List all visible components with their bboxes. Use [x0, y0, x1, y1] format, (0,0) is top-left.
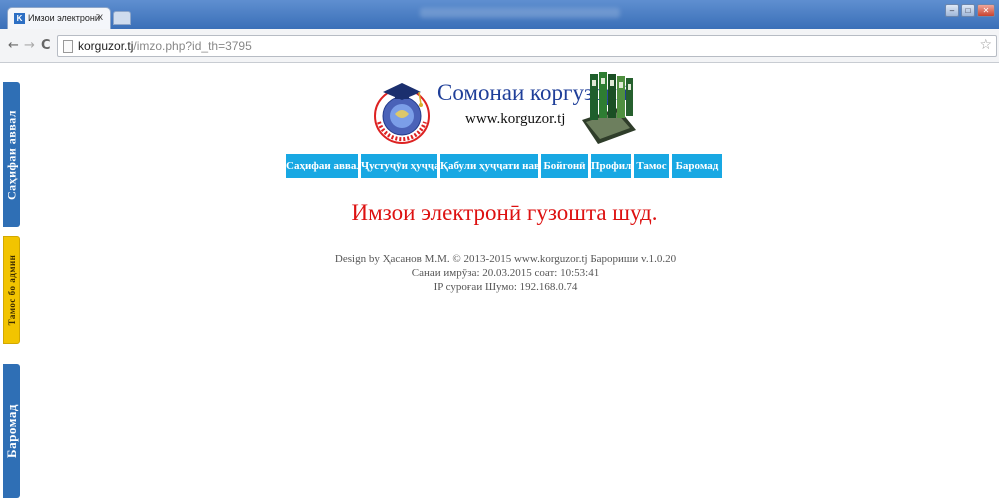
window-title-text [420, 8, 620, 18]
page-footer: Design by Ҳасанов М.М. © 2013-2015 www.k… [0, 252, 999, 294]
url-path: /imzo.php?id_th=3795 [133, 39, 252, 53]
menu-item-search-documents[interactable]: Ҷустуҷӯи ҳуҷҷат [361, 154, 445, 178]
address-bar[interactable]: korguzor.tj/imzo.php?id_th=3795 ☆ [57, 35, 997, 57]
reload-icon[interactable]: C [41, 38, 51, 53]
menu-item-new-document[interactable]: Қабули ҳуҷҷати нав [440, 154, 540, 178]
page-icon [63, 40, 73, 53]
menu-item-home[interactable]: Саҳифаи аввал [286, 154, 363, 178]
tab-close-button[interactable]: x [98, 12, 103, 23]
tab-title: Имзои электронӣ [28, 13, 100, 23]
footer-date: Санаи имрӯза: 20.03.2015 соат: 10:53:41 [411, 267, 600, 279]
menu-item-archive[interactable]: Бойгонӣ [541, 154, 588, 178]
emblem-logo-icon [374, 83, 430, 144]
back-arrow-icon[interactable]: ← [8, 38, 19, 53]
url-text[interactable]: korguzor.tj/imzo.php?id_th=3795 [78, 39, 252, 53]
window-titlebar: K Имзои электронӣ x – □ ✕ [0, 0, 999, 29]
footer-ip: IP суроғаи Шумо: 192.168.0.74 [433, 281, 578, 293]
url-host: korguzor.tj [78, 39, 134, 53]
new-tab-button[interactable] [113, 11, 131, 25]
browser-toolbar: ← → C korguzor.tj/imzo.php?id_th=3795 ☆ [0, 29, 999, 63]
star-icon[interactable]: ☆ [979, 37, 992, 53]
site-url: www.korguzor.tj [465, 111, 566, 127]
window-controls: – □ ✕ [945, 4, 995, 17]
side-tab-home-label: Саҳифаи аввал [4, 109, 18, 200]
side-tab-logout[interactable]: Баромад [3, 364, 20, 498]
footer-credits: Design by Ҳасанов М.М. © 2013-2015 www.k… [334, 253, 677, 265]
laptop-binders-logo-icon [582, 72, 636, 144]
menu-item-logout[interactable]: Баромад [672, 154, 722, 178]
browser-tab[interactable]: K Имзои электронӣ x [7, 7, 111, 29]
menu-item-profile[interactable]: Профил [591, 154, 631, 178]
main-menu: Саҳифаи аввал Ҷустуҷӯи ҳуҷҷат Қабули ҳуҷ… [286, 154, 722, 178]
status-message: Имзои электронӣ гузошта шуд. [351, 200, 658, 225]
maximize-icon[interactable]: □ [961, 4, 975, 17]
close-window-icon[interactable]: ✕ [977, 4, 995, 17]
menu-item-contact[interactable]: Тамос [634, 154, 669, 178]
side-tab-logout-label: Баромад [3, 404, 19, 458]
favicon-icon: K [14, 13, 25, 24]
minimize-icon[interactable]: – [945, 4, 959, 17]
forward-arrow-icon[interactable]: → [24, 38, 35, 53]
